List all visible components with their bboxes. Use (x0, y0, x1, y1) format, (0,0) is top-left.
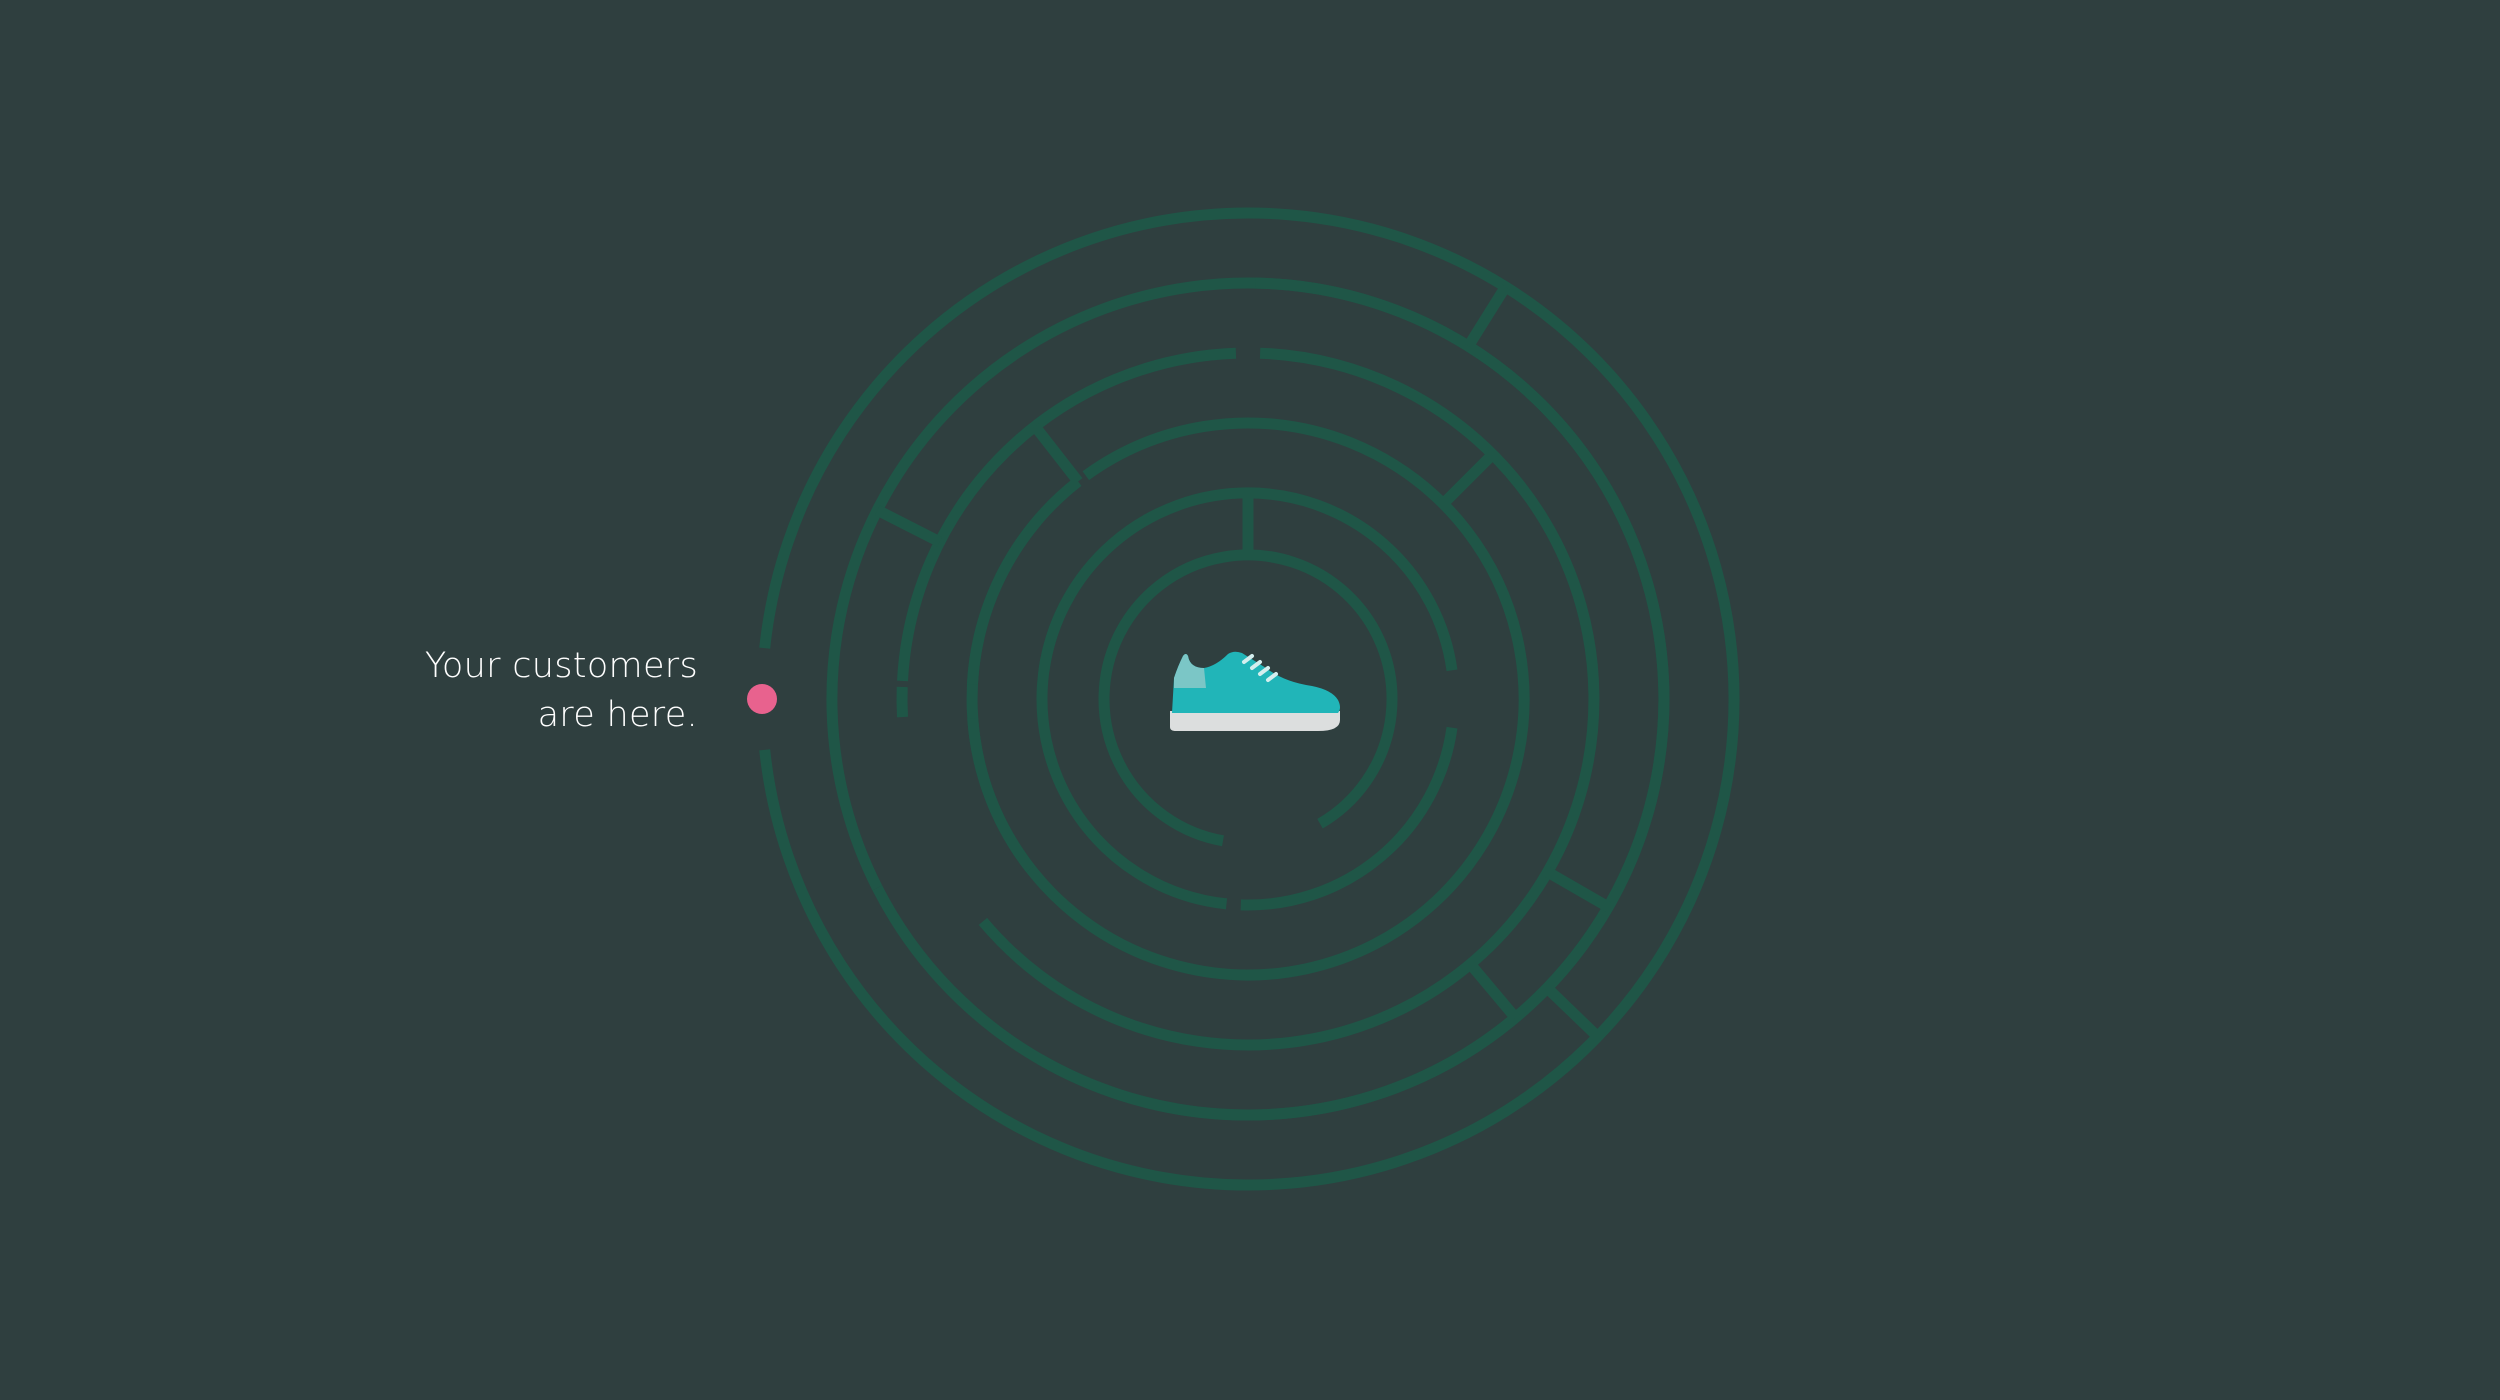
start-marker-icon (747, 684, 777, 714)
customers-caption: Your customers are here. (178, 642, 698, 740)
sneaker-sole (1170, 711, 1340, 731)
caption-line-2: are here. (537, 695, 698, 735)
caption-line-1: Your customers (424, 646, 698, 686)
